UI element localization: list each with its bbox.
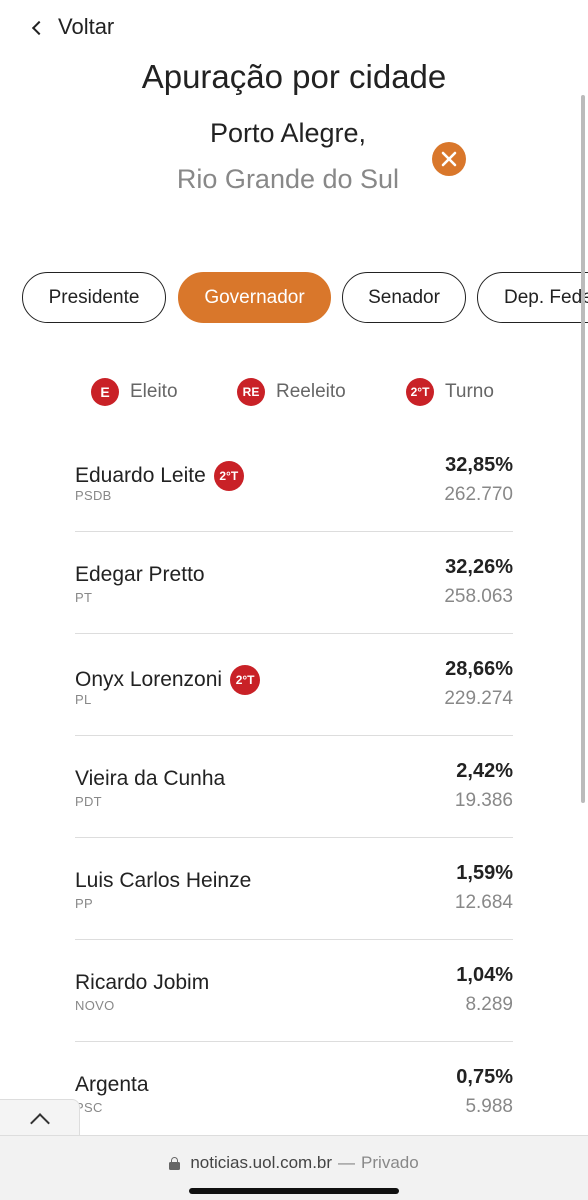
back-label: Voltar	[58, 14, 115, 39]
segundo-turno-badge: 2°T	[406, 378, 434, 406]
vote-count: 229.274	[444, 688, 513, 709]
page-title: Apuração por cidade	[141, 58, 447, 95]
office-tabs: Presidente Governador Senador Dep. Feder…	[22, 272, 588, 324]
candidate-row: Argenta PSC 0,75% 5.988	[75, 1042, 513, 1144]
candidate-row: Ricardo Jobim NOVO 1,04% 8.289	[75, 940, 513, 1042]
segundo-turno-badge: 2°T	[230, 665, 261, 695]
url-row: noticias.uol.com.br — Privado	[0, 1153, 588, 1173]
vote-count: 19.386	[454, 790, 513, 811]
legend-item-turno: 2°T Turno	[406, 378, 494, 406]
candidate-name-wrap: Argenta	[75, 1073, 149, 1097]
candidate-name-wrap: Luis Carlos Heinze	[75, 869, 251, 893]
tab-senador[interactable]: Senador	[342, 272, 466, 323]
candidate-name: Ricardo Jobim	[75, 971, 210, 994]
legend-label: Reeleito	[276, 381, 346, 402]
legend-label: Eleito	[130, 381, 178, 402]
vote-percentage: 1,59%	[456, 862, 513, 884]
page-scrollbar[interactable]	[581, 95, 585, 803]
browser-address-bar[interactable]: noticias.uol.com.br — Privado	[0, 1135, 588, 1200]
candidate-name-wrap: Edegar Pretto	[75, 563, 205, 587]
vote-percentage: 32,85%	[445, 454, 513, 476]
candidate-row: Onyx Lorenzoni 2°T PL 28,66% 229.274	[75, 634, 513, 736]
candidate-party: PP	[75, 896, 93, 911]
tab-presidente[interactable]: Presidente	[22, 272, 166, 323]
candidate-row: Eduardo Leite 2°T PSDB 32,85% 262.770	[75, 430, 513, 532]
lock-icon	[169, 1156, 181, 1170]
candidate-name-wrap: Vieira da Cunha	[75, 767, 225, 791]
candidate-name: Onyx Lorenzoni	[75, 668, 223, 691]
candidate-name-wrap: Ricardo Jobim	[75, 971, 209, 995]
candidate-row: Luis Carlos Heinze PP 1,59% 12.684	[75, 838, 513, 940]
candidate-name: Argenta	[75, 1073, 149, 1096]
back-button[interactable]: Voltar	[31, 14, 115, 40]
close-icon	[441, 151, 457, 167]
tab-dep-federal[interactable]: Dep. Federal	[477, 272, 588, 323]
vote-count: 12.684	[454, 892, 513, 913]
candidate-row: Vieira da Cunha PDT 2,42% 19.386	[75, 736, 513, 838]
vote-percentage: 32,26%	[445, 556, 513, 578]
eleito-badge: E	[91, 378, 119, 406]
candidate-list: Eduardo Leite 2°T PSDB 32,85% 262.770 Ed…	[75, 430, 513, 1144]
segundo-turno-badge: 2°T	[213, 461, 244, 491]
home-indicator[interactable]	[189, 1188, 399, 1194]
legend-label: Turno	[445, 381, 494, 402]
vote-percentage: 1,04%	[456, 964, 513, 986]
candidate-row: Edegar Pretto PT 32,26% 258.063	[75, 532, 513, 634]
candidate-party: NOVO	[75, 998, 115, 1013]
city-name: Porto Alegre,	[209, 118, 367, 148]
candidate-name: Eduardo Leite	[75, 464, 206, 487]
reeleito-badge: RE	[237, 378, 265, 406]
candidate-party: PDT	[75, 794, 102, 809]
vote-count: 8.289	[465, 994, 513, 1015]
candidate-name: Edegar Pretto	[75, 563, 205, 586]
vote-count: 258.063	[444, 586, 513, 607]
chevron-left-icon	[31, 20, 47, 35]
candidate-name-wrap: Onyx Lorenzoni 2°T	[75, 665, 261, 695]
candidate-name: Vieira da Cunha	[75, 767, 226, 790]
candidate-name-wrap: Eduardo Leite 2°T	[75, 461, 244, 491]
vote-percentage: 28,66%	[445, 658, 513, 680]
scroll-top-button[interactable]	[0, 1099, 80, 1139]
url-separator: —	[338, 1153, 356, 1172]
vote-percentage: 2,42%	[456, 760, 513, 782]
vote-percentage: 0,75%	[456, 1066, 513, 1088]
vote-count: 262.770	[444, 484, 513, 505]
candidate-party: PSDB	[75, 488, 112, 503]
candidate-party: PT	[75, 590, 93, 605]
private-mode-label: Privado	[361, 1153, 419, 1172]
legend-item-eleito: E Eleito	[91, 378, 178, 406]
clear-city-button[interactable]	[432, 142, 466, 176]
legend-item-reeleito: RE Reeleito	[237, 378, 346, 406]
vote-count: 5.988	[465, 1096, 513, 1117]
url-text: noticias.uol.com.br	[190, 1153, 333, 1172]
candidate-name: Luis Carlos Heinze	[75, 869, 252, 892]
chevron-up-icon	[29, 1113, 50, 1133]
tab-governador[interactable]: Governador	[178, 272, 331, 323]
state-name: Rio Grande do Sul	[176, 164, 400, 194]
candidate-party: PL	[75, 692, 92, 707]
legend: E Eleito RE Reeleito 2°T Turno	[0, 378, 588, 410]
